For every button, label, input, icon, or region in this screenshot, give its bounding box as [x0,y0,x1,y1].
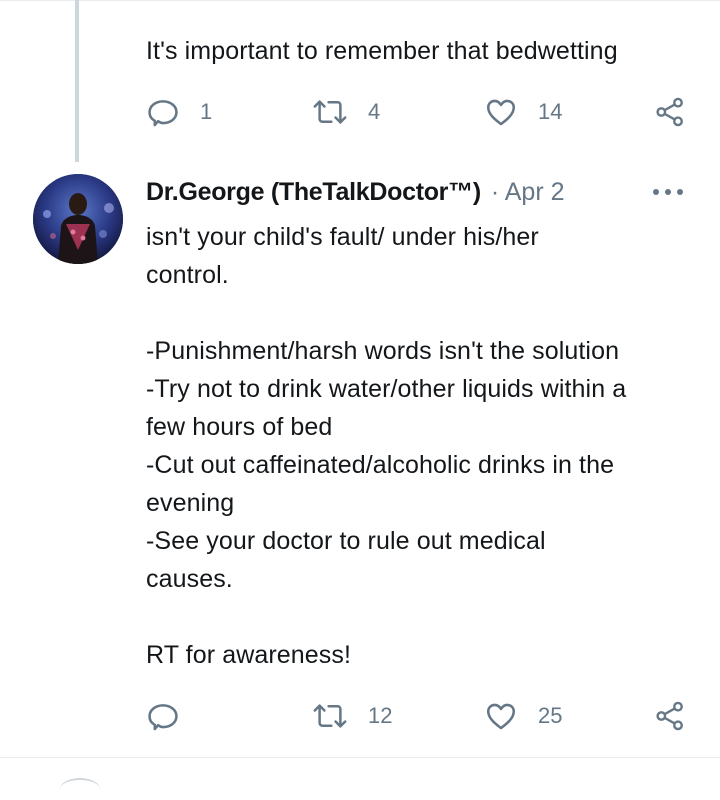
previous-tweet-actions: 1 4 14 [146,92,686,132]
reply-button[interactable]: 1 [146,92,212,132]
heart-icon [486,99,516,126]
like-button[interactable]: 14 [484,92,562,132]
retweet-count: 4 [368,99,381,124]
like-button[interactable]: 25 [484,696,562,736]
more-options-icon[interactable] [650,180,686,204]
reply-icon [148,704,178,731]
reply-count: 1 [200,99,213,124]
retweet-icon [313,704,347,728]
previous-tweet-text: It's important to remember that bedwetti… [146,37,618,65]
retweet-button[interactable]: 4 [312,92,380,132]
like-count: 25 [538,703,563,728]
tweet-header: Dr.George (TheTalkDoctor™) · Apr 2 [146,172,686,212]
tweet-body-text: isn't your child's fault/ under his/her … [146,223,627,669]
reply-button[interactable] [146,696,200,736]
share-icon [656,97,683,127]
retweet-button[interactable]: 12 [312,696,392,736]
tweet-timestamp[interactable]: · Apr 2 [491,178,573,207]
next-tweet-avatar-peek [60,778,100,800]
top-divider [0,0,720,1]
share-button[interactable] [654,92,686,132]
reply-icon [148,100,178,127]
retweet-icon [313,100,347,124]
thread-connector-line [75,0,79,162]
like-count: 14 [538,99,563,124]
tweet-actions: 12 25 [146,696,686,736]
author-name[interactable]: Dr.George (TheTalkDoctor™) [146,178,481,207]
share-button[interactable] [654,696,686,736]
bottom-divider [0,757,720,758]
heart-icon [486,703,516,730]
share-icon [656,701,683,731]
avatar-photo [33,174,123,264]
author-avatar[interactable] [33,174,123,264]
retweet-count: 12 [368,703,393,728]
